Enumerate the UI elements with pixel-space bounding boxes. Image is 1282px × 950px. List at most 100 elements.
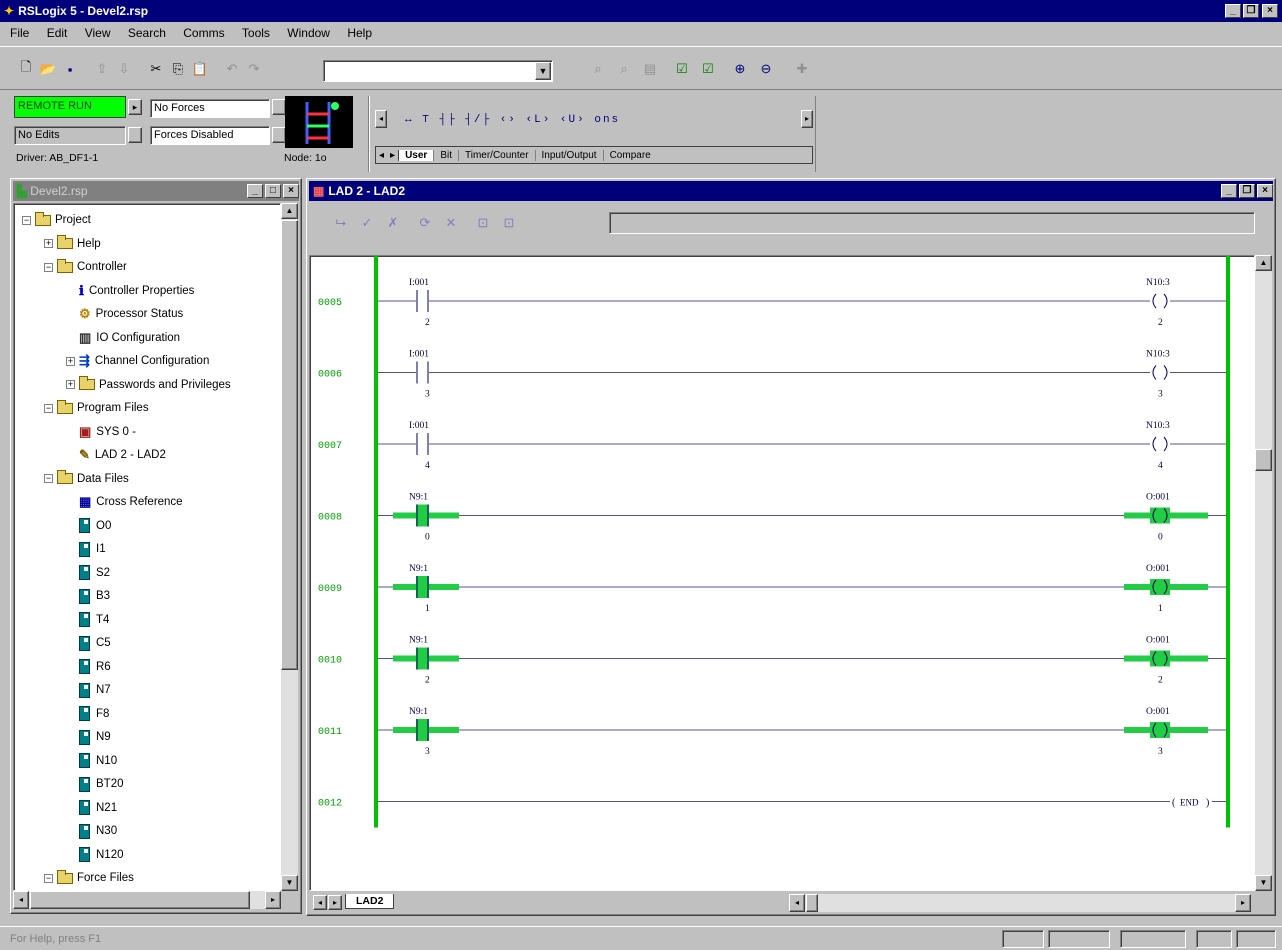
coil-address[interactable]: N10:3: [1146, 278, 1170, 288]
contact-address[interactable]: N9:1: [409, 636, 428, 646]
xio-icon[interactable]: ┤/├: [465, 114, 491, 126]
tree-item-n9[interactable]: N9: [66, 727, 111, 747]
ladder-vertical-scrollbar[interactable]: ▲ ▼: [1255, 255, 1272, 891]
tree-item-t4[interactable]: T4: [66, 610, 109, 630]
menu-tools[interactable]: Tools: [242, 26, 270, 40]
otl-icon[interactable]: ‹L›: [526, 114, 552, 126]
maximize-button[interactable]: ❐: [1243, 4, 1259, 18]
scroll-right-arrow[interactable]: ▸: [265, 891, 281, 909]
redo-icon[interactable]: ↷: [244, 59, 264, 79]
palette-scroll-left[interactable]: ◂: [375, 110, 387, 128]
search-combo[interactable]: ▼: [323, 60, 553, 82]
rung-number[interactable]: 0011: [318, 727, 342, 738]
cut-icon[interactable]: ✂: [146, 59, 166, 79]
tab-scroll-left[interactable]: ◂: [376, 150, 387, 161]
ladder-scroll-up-arrow[interactable]: ▲: [1255, 255, 1272, 271]
check-icon[interactable]: ☑: [672, 59, 692, 79]
tree-item-channel-configuration[interactable]: + ⇶ Channel Configuration: [66, 351, 209, 371]
contact-address[interactable]: I:001: [409, 421, 429, 431]
tree-item-help[interactable]: + Help: [44, 234, 101, 254]
save-icon[interactable]: ▪: [60, 59, 80, 79]
tree-item-n21[interactable]: N21: [66, 798, 117, 818]
menu-comms[interactable]: Comms: [183, 26, 224, 40]
expand-icon[interactable]: +: [66, 380, 75, 389]
tree-item-cross-reference[interactable]: ▦ Cross Reference: [66, 492, 183, 512]
project-minimize-button[interactable]: _: [247, 184, 263, 198]
tab-user[interactable]: User: [398, 149, 434, 161]
new-file-icon[interactable]: 🗋: [16, 59, 36, 79]
scroll-down-arrow[interactable]: ▼: [281, 875, 298, 891]
collapse-icon[interactable]: −: [44, 403, 53, 413]
tree-item-i1[interactable]: I1: [66, 539, 106, 559]
collapse-icon[interactable]: −: [44, 262, 53, 272]
menu-help[interactable]: Help: [347, 26, 372, 40]
ladder-scroll-thumb[interactable]: [1255, 449, 1272, 471]
h-scroll-thumb[interactable]: [30, 891, 250, 909]
scroll-left-arrow[interactable]: ◂: [13, 891, 29, 909]
ladder-scroll-left-arrow[interactable]: ◂: [789, 894, 805, 912]
assemble-icon[interactable]: ⟳: [415, 213, 435, 233]
cancel-edits-icon[interactable]: ✗: [383, 213, 403, 233]
project-horizontal-scrollbar[interactable]: ◂ ▸: [13, 891, 281, 909]
rung-number[interactable]: 0009: [318, 584, 342, 595]
branch-icon[interactable]: ⊤: [422, 114, 431, 126]
ons-icon[interactable]: ons: [594, 114, 620, 126]
edits-status[interactable]: No Edits: [14, 126, 126, 145]
cancel-icon[interactable]: ✕: [441, 213, 461, 233]
untest-edits-icon[interactable]: ⊡: [499, 213, 519, 233]
minimize-button[interactable]: _: [1225, 4, 1241, 18]
menu-file[interactable]: File: [10, 26, 29, 40]
verify-all-icon[interactable]: ⌕: [614, 59, 634, 79]
otu-icon[interactable]: ‹U›: [560, 114, 586, 126]
contact-address[interactable]: I:001: [409, 278, 429, 288]
tree-item-io-configuration[interactable]: ▥ IO Configuration: [66, 328, 180, 348]
tree-item-sys-0[interactable]: ▣ SYS 0 -: [66, 422, 136, 442]
tree-item-bt20[interactable]: BT20: [66, 774, 124, 794]
contact-address[interactable]: I:001: [409, 350, 429, 360]
rung-number[interactable]: 0006: [318, 370, 342, 381]
app-icon[interactable]: ✦: [4, 4, 14, 18]
open-folder-icon[interactable]: 📂: [38, 59, 58, 79]
rung-number[interactable]: 0005: [318, 298, 342, 309]
ladder-scroll-down-arrow[interactable]: ▼: [1255, 875, 1272, 891]
tab-lad2[interactable]: LAD2: [345, 894, 395, 909]
chevron-down-icon[interactable]: ▼: [535, 62, 551, 80]
coil-address[interactable]: O:001: [1146, 493, 1170, 503]
tree-item-r6[interactable]: R6: [66, 657, 111, 677]
tree-item-n10[interactable]: N10: [66, 751, 117, 771]
start-rung-icon[interactable]: ⮡: [331, 213, 351, 233]
tab-bit[interactable]: Bit: [433, 149, 458, 161]
undo-icon[interactable]: ↶: [222, 59, 242, 79]
menu-edit[interactable]: Edit: [47, 26, 68, 40]
edits-menu-arrow[interactable]: [128, 127, 142, 143]
ladder-maximize-button[interactable]: ❐: [1239, 184, 1255, 198]
test-edits-icon[interactable]: ⊡: [473, 213, 493, 233]
tree-item-b3[interactable]: B3: [66, 586, 110, 606]
tree-item-n7[interactable]: N7: [66, 680, 111, 700]
tab-compare[interactable]: Compare: [602, 149, 657, 161]
tree-item-o0[interactable]: O0: [66, 516, 111, 536]
tree-item-force-files[interactable]: − Force Files: [44, 868, 134, 888]
scroll-thumb[interactable]: [281, 220, 298, 670]
report-icon[interactable]: ▤: [640, 59, 660, 79]
forces-menu-arrow[interactable]: [272, 99, 286, 115]
mode-menu-arrow[interactable]: ▸: [128, 99, 142, 115]
rung-number[interactable]: 0007: [318, 441, 342, 452]
collapse-icon[interactable]: −: [22, 215, 31, 225]
crosshair-icon[interactable]: ✚: [792, 59, 812, 79]
xic-icon[interactable]: ┤├: [439, 114, 456, 126]
coil-address[interactable]: O:001: [1146, 564, 1170, 574]
ladder-h-thumb[interactable]: [806, 894, 818, 912]
copy-icon[interactable]: ⎘: [168, 59, 188, 79]
tab-scroll-right[interactable]: ▸: [387, 150, 398, 161]
expand-icon[interactable]: +: [44, 239, 53, 248]
ladder-minimize-button[interactable]: _: [1221, 184, 1237, 198]
tab-input-output[interactable]: Input/Output: [534, 149, 603, 161]
upload-icon[interactable]: ⇪: [92, 59, 112, 79]
zoom-out-icon[interactable]: ⊖: [756, 59, 776, 79]
rung-icon[interactable]: ↔: [405, 114, 414, 126]
address-field[interactable]: [609, 212, 1255, 234]
collapse-icon[interactable]: −: [44, 873, 53, 883]
rung-number[interactable]: 0008: [318, 513, 342, 524]
tree-item-n120[interactable]: N120: [66, 845, 124, 865]
